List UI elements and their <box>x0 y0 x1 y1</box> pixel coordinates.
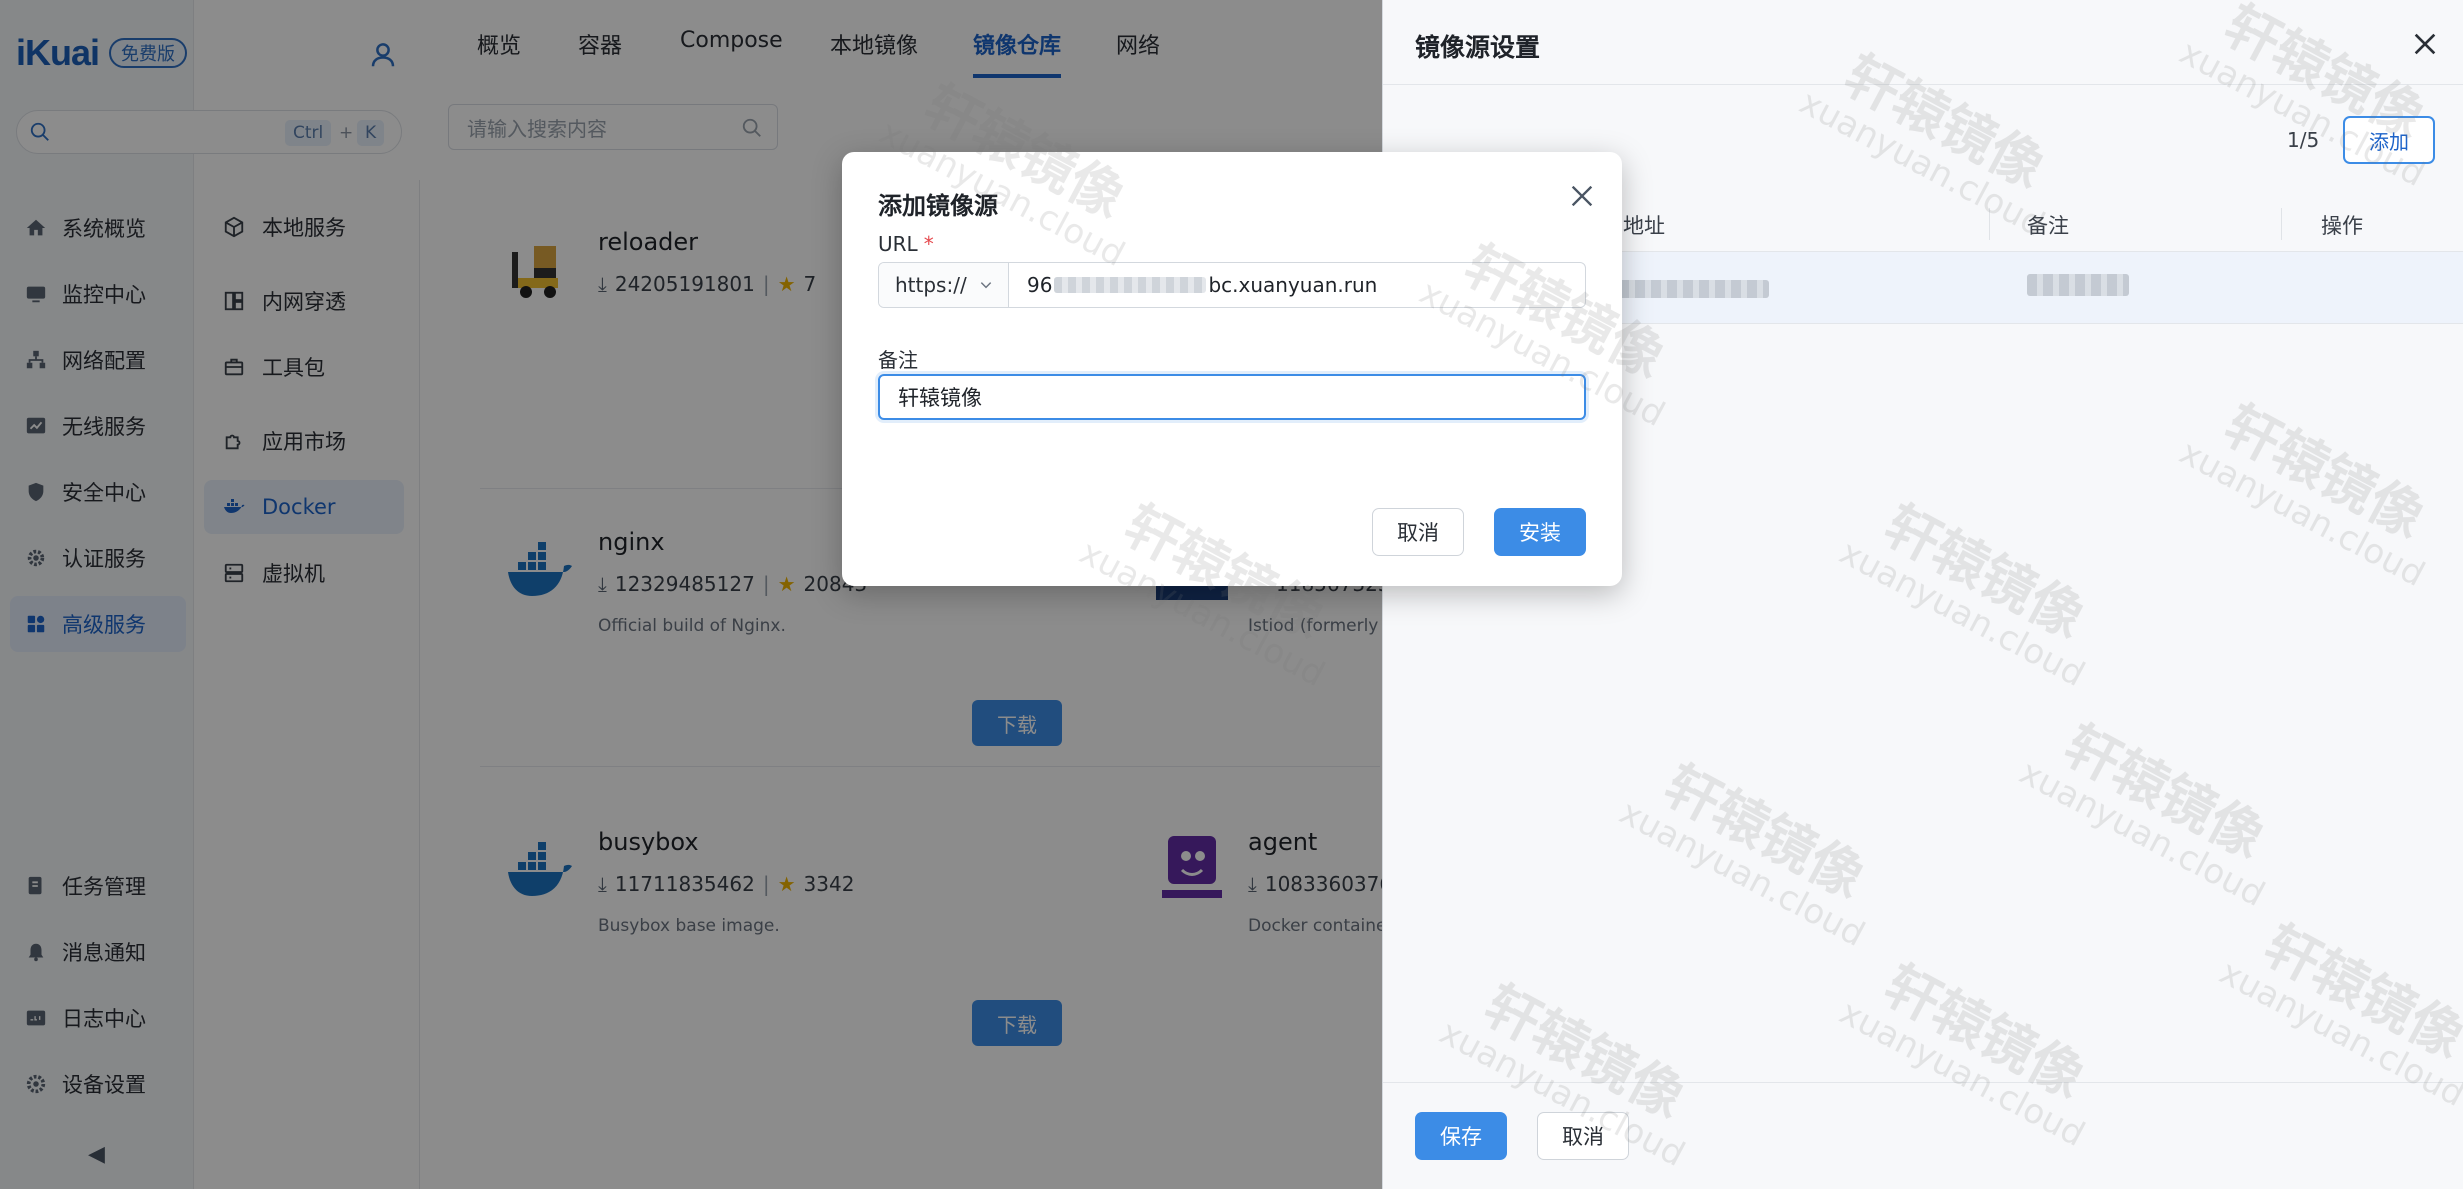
remark-input[interactable]: 轩辕镜像 <box>878 374 1586 420</box>
divider <box>1383 84 2463 85</box>
column-header-address: 地址 <box>1623 214 1665 238</box>
protocol-value: https:// <box>895 273 967 297</box>
divider <box>1383 1082 2463 1083</box>
add-mirror-button[interactable]: 添加 <box>2343 116 2435 164</box>
dialog-title: 添加镜像源 <box>878 192 998 220</box>
add-mirror-dialog: 添加镜像源 URL * https:// 96 bc.xuanyuan.run 备注… <box>842 152 1622 586</box>
column-header-actions: 操作 <box>2321 214 2363 238</box>
cancel-button[interactable]: 取消 <box>1372 508 1464 556</box>
url-prefix: 96 <box>1027 273 1053 297</box>
pager-text: 1/5 <box>2287 128 2320 152</box>
url-field: https:// 96 bc.xuanyuan.run <box>878 262 1586 308</box>
save-button[interactable]: 保存 <box>1415 1112 1507 1160</box>
install-button[interactable]: 安装 <box>1494 508 1586 556</box>
cancel-button[interactable]: 取消 <box>1537 1112 1629 1160</box>
url-input[interactable]: 96 bc.xuanyuan.run <box>1009 263 1585 307</box>
required-mark: * <box>923 232 934 256</box>
drawer-title: 镜像源设置 <box>1415 33 1541 62</box>
url-label: URL * <box>878 232 934 256</box>
redacted-url-part <box>1054 277 1207 293</box>
column-header-remark: 备注 <box>2027 214 2069 238</box>
column-divider <box>1989 208 1990 240</box>
protocol-select[interactable]: https:// <box>879 263 1009 307</box>
close-icon[interactable] <box>1566 180 1598 212</box>
chevron-down-icon <box>979 273 993 297</box>
remark-label: 备注 <box>878 348 918 372</box>
close-icon[interactable] <box>2409 28 2441 60</box>
url-label-text: URL <box>878 232 918 256</box>
redacted-remark <box>2027 274 2129 296</box>
column-divider <box>2281 208 2282 240</box>
url-suffix: bc.xuanyuan.run <box>1208 273 1378 297</box>
redacted-address <box>1619 280 1769 298</box>
